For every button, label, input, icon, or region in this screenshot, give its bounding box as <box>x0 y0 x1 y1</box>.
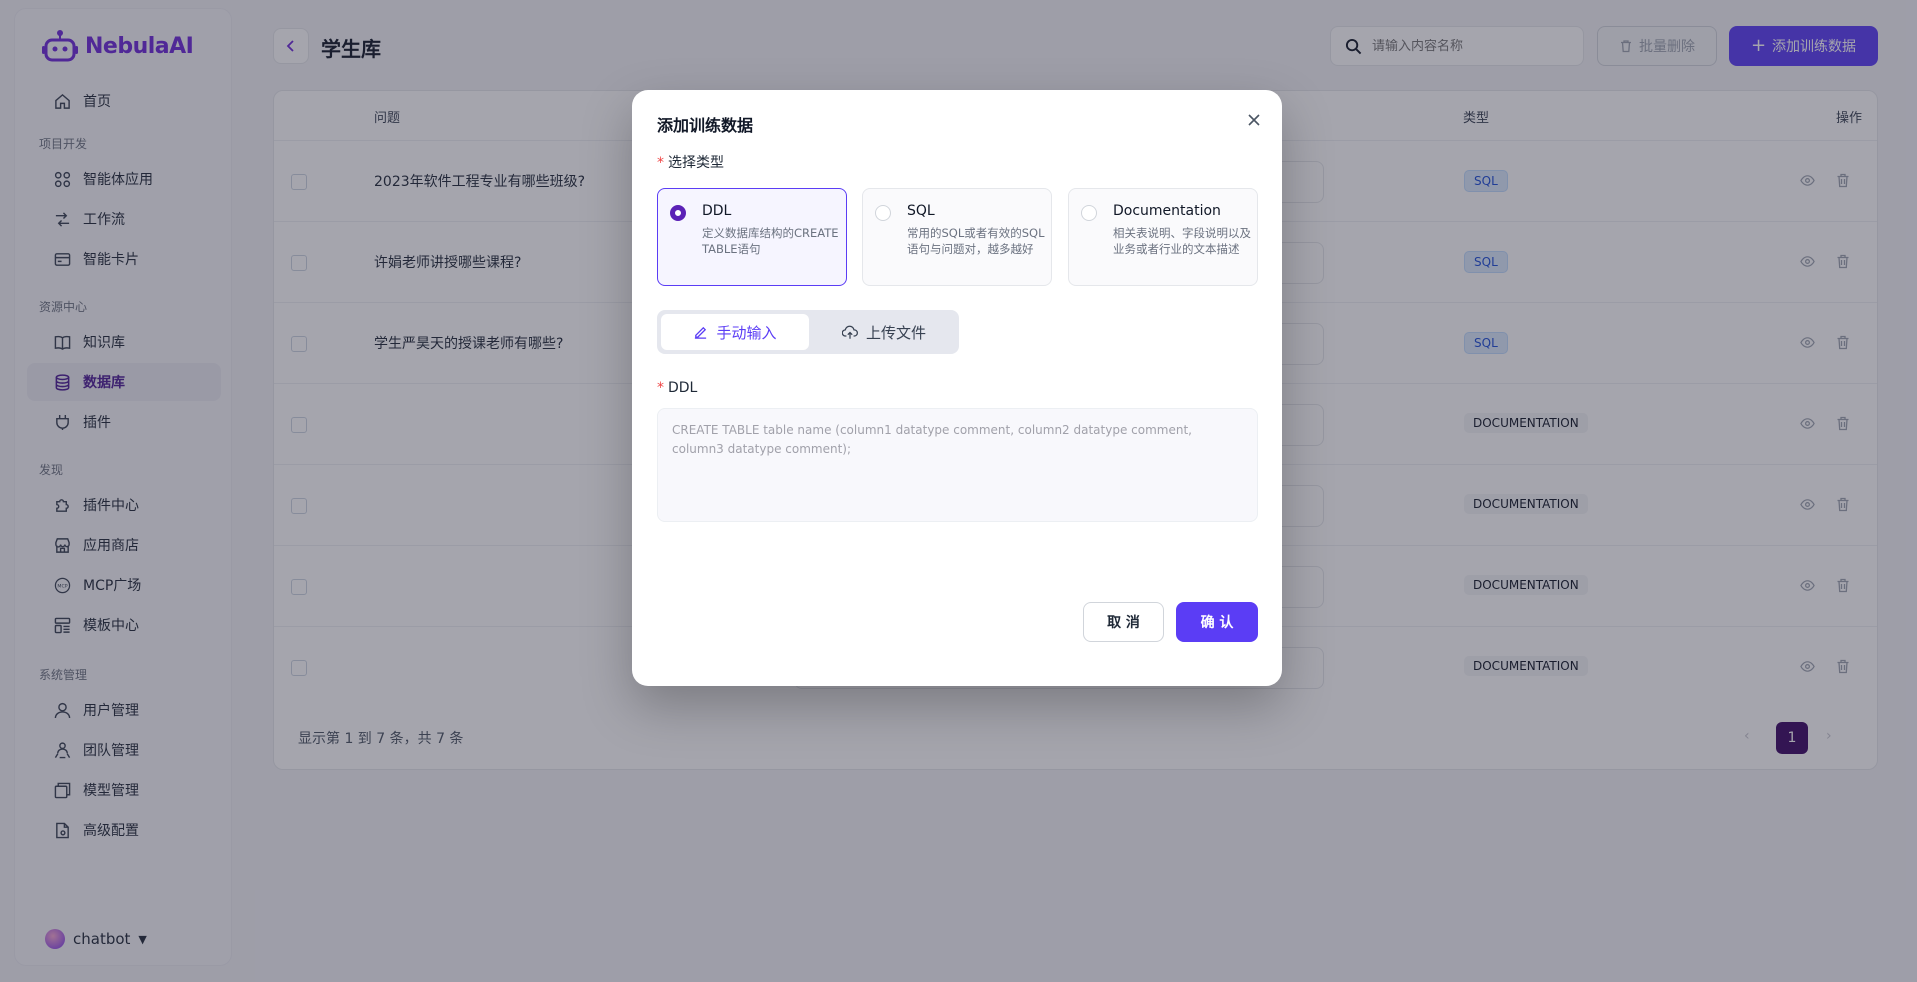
input-mode-toggle: 手动输入 上传文件 <box>657 310 959 354</box>
radio-sql[interactable] <box>875 205 891 221</box>
select-type-label: * 选择类型 <box>657 155 724 171</box>
type-title: SQL <box>907 203 935 219</box>
type-desc: 相关表说明、字段说明以及业务或者行业的文本描述 <box>1113 226 1251 256</box>
type-option-sql[interactable]: SQL 常用的SQL或者有效的SQL语句与问题对，越多越好 <box>862 188 1052 286</box>
modal-title: 添加训练数据 <box>657 116 754 135</box>
close-icon[interactable] <box>1244 110 1264 130</box>
cloud-upload-icon <box>841 325 858 339</box>
manual-input-label: 手动输入 <box>716 323 777 342</box>
upload-file-tab[interactable]: 上传文件 <box>813 314 955 350</box>
radio-documentation[interactable] <box>1081 205 1097 221</box>
type-option-documentation[interactable]: Documentation 相关表说明、字段说明以及业务或者行业的文本描述 <box>1068 188 1258 286</box>
ddl-label: * DDL <box>657 380 698 396</box>
add-training-modal: 添加训练数据 * 选择类型 DDL 定义数据库结构的CREATE TABLE语句 … <box>632 90 1282 686</box>
upload-file-label: 上传文件 <box>865 323 926 342</box>
pencil-icon <box>695 326 707 339</box>
type-title: DDL <box>702 203 732 219</box>
type-title: Documentation <box>1113 203 1221 219</box>
ddl-textarea[interactable] <box>672 421 1243 509</box>
type-option-ddl[interactable]: DDL 定义数据库结构的CREATE TABLE语句 <box>657 188 847 286</box>
confirm-button[interactable]: 确 认 <box>1176 602 1258 642</box>
radio-ddl[interactable] <box>670 205 686 221</box>
manual-input-tab[interactable]: 手动输入 <box>661 314 809 350</box>
cancel-button[interactable]: 取 消 <box>1083 602 1164 642</box>
ddl-textarea-box <box>657 408 1258 522</box>
type-desc: 定义数据库结构的CREATE TABLE语句 <box>702 226 839 256</box>
type-desc: 常用的SQL或者有效的SQL语句与问题对，越多越好 <box>907 226 1045 256</box>
